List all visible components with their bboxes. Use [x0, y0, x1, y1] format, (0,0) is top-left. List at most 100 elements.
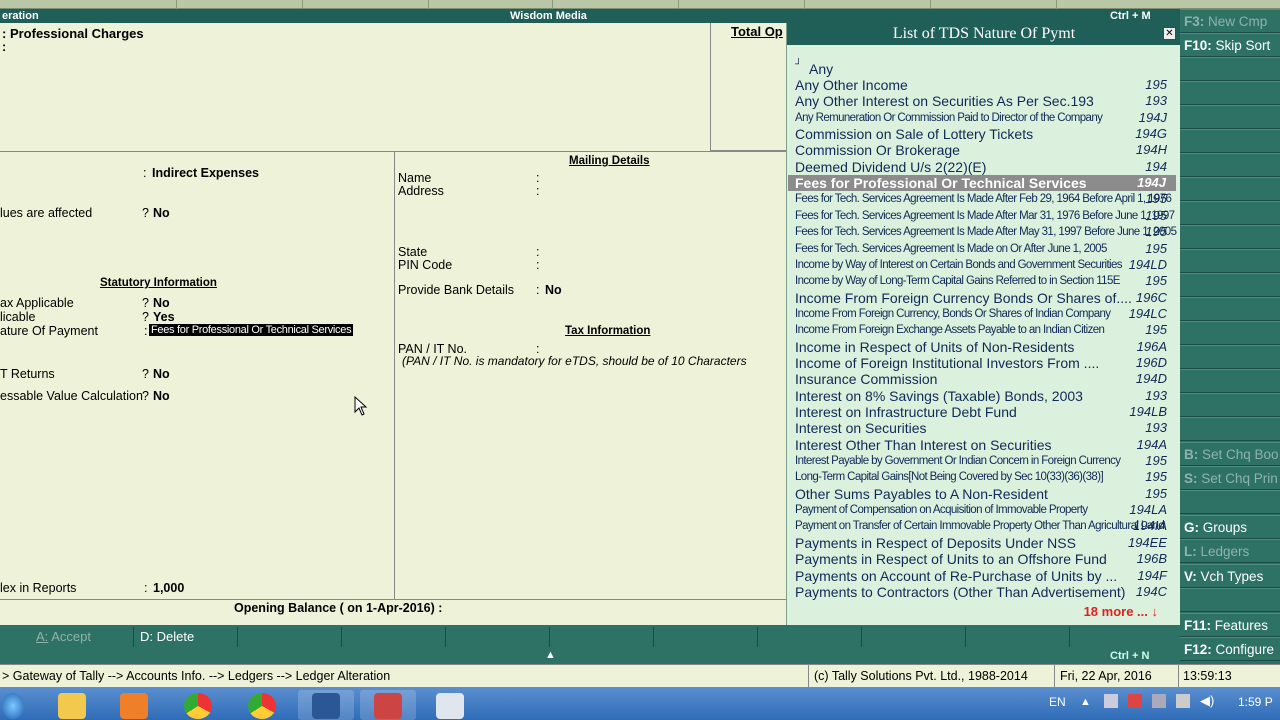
tray-chevron-icon[interactable]: ▲: [1080, 696, 1091, 708]
list-item[interactable]: Fees for Tech. Services Agreement Is Mad…: [795, 191, 1177, 207]
taskbar-window[interactable]: [422, 690, 478, 720]
side-button-new-cmp[interactable]: F3: New Cmp: [1180, 9, 1280, 33]
network-icon[interactable]: [1152, 694, 1166, 708]
assessable-value[interactable]: No: [153, 389, 170, 403]
list-item[interactable]: Fees for Tech. Services Agreement Is Mad…: [795, 224, 1177, 240]
top-menu-strip: [0, 0, 1280, 9]
list-item[interactable]: Payment on Transfer of Certain Immovable…: [795, 518, 1177, 534]
inventory-value[interactable]: No: [153, 206, 170, 220]
side-button-ledgers[interactable]: L: Ledgers: [1180, 539, 1280, 563]
list-item[interactable]: Income From Foreign Exchange Assets Paya…: [795, 322, 1177, 338]
list-item-section: 194F: [1137, 567, 1167, 583]
taskbar-media[interactable]: [106, 690, 162, 720]
tray-flag-icon[interactable]: [1128, 694, 1142, 708]
list-item[interactable]: Interest Other Than Interest on Securiti…: [795, 437, 1177, 453]
list-item[interactable]: Interest on 8% Savings (Taxable) Bonds, …: [795, 388, 1177, 404]
nature-of-payment-input[interactable]: Fees for Professional Or Technical Servi…: [149, 324, 354, 336]
list-item-name: Any Other Interest on Securities As Per …: [795, 93, 1094, 110]
list-item[interactable]: Commission Or Brokerage 194H: [795, 142, 1177, 158]
name-label: Name: [398, 171, 432, 185]
list-item[interactable]: Income by Way of Interest on Certain Bon…: [795, 257, 1177, 273]
taskbar-word[interactable]: [298, 690, 354, 720]
ledger-name-field[interactable]: : Professional Charges: [2, 26, 144, 41]
list-item[interactable]: Income From Foreign Currency Bonds Or Sh…: [795, 290, 1177, 306]
list-item[interactable]: Any Other Income 195: [795, 77, 1177, 93]
address-field[interactable]: :: [536, 184, 539, 198]
list-item[interactable]: Income of Foreign Institutional Investor…: [795, 355, 1177, 371]
returns-value[interactable]: No: [153, 367, 170, 381]
side-button-configure[interactable]: F12: Configure: [1180, 637, 1280, 661]
taskbar-chrome-1[interactable]: [170, 690, 226, 720]
list-item[interactable]: Fees for Tech. Services Agreement Is Mad…: [795, 241, 1177, 257]
list-item-name: Deemed Dividend U/s 2(22)(E): [795, 158, 987, 175]
list-item[interactable]: Commission on Sale of Lottery Tickets 194…: [795, 126, 1177, 142]
taskbar-chrome-2[interactable]: [234, 690, 290, 720]
list-item[interactable]: Payments in Respect of Deposits Under NS…: [795, 535, 1177, 551]
list-item[interactable]: Income From Foreign Currency, Bonds Or S…: [795, 306, 1177, 322]
pin-field[interactable]: :: [536, 258, 539, 272]
side-button-skip-sort[interactable]: F10: Skip Sort: [1180, 33, 1280, 57]
list-item[interactable]: Insurance Commission 194D: [795, 371, 1177, 387]
list-item-name: Income From Foreign Currency, Bonds Or S…: [795, 307, 1111, 320]
list-item-name: Any Remuneration Or Commission Paid to D…: [795, 111, 1103, 124]
side-button-empty: [1180, 588, 1280, 612]
list-item[interactable]: Fees for Tech. Services Agreement Is Mad…: [795, 208, 1177, 224]
index-value[interactable]: 1,000: [153, 581, 184, 595]
list-item[interactable]: Deemed Dividend U/s 2(22)(E) 194: [795, 159, 1177, 175]
more-items-link[interactable]: 18 more ... ↓: [1084, 604, 1158, 619]
list-item-any[interactable]: ┘ Any: [795, 59, 1177, 77]
start-button[interactable]: [0, 690, 28, 720]
list-item[interactable]: Fees for Professional Or Technical Servi…: [788, 175, 1176, 192]
name-field[interactable]: :: [536, 171, 539, 185]
side-button-groups[interactable]: G: Groups: [1180, 515, 1280, 539]
group-under-value[interactable]: Indirect Expenses: [152, 166, 259, 180]
list-item[interactable]: Payments on Account of Re-Purchase of Un…: [795, 568, 1177, 584]
taskbar-clock[interactable]: 1:59 P: [1238, 695, 1273, 709]
chrome-icon: [248, 693, 276, 719]
list-item-name: Fees for Tech. Services Agreement Is Mad…: [795, 242, 1107, 255]
bank-details-value[interactable]: No: [545, 283, 562, 297]
list-item[interactable]: Payments in Respect of Units to an Offsh…: [795, 551, 1177, 567]
accept-button[interactable]: A: Accept: [0, 627, 134, 647]
taskbar-tally[interactable]: [360, 690, 416, 720]
nature-of-payment-label: ature Of Payment: [0, 324, 98, 338]
windows-taskbar: EN ▲ ◀) 1:59 P: [0, 688, 1280, 720]
tally-icon: [374, 693, 402, 719]
state-field[interactable]: :: [536, 245, 539, 259]
pan-note: (PAN / IT No. is mandatory for eTDS, sho…: [402, 354, 747, 368]
side-button-set-chq-prin[interactable]: S: Set Chq Prin: [1180, 466, 1280, 490]
list-item[interactable]: Any Other Interest on Securities As Per …: [795, 93, 1177, 109]
list-item[interactable]: Income by Way of Long-Term Capital Gains…: [795, 273, 1177, 289]
list-item[interactable]: Interest on Securities 193: [795, 420, 1177, 436]
tds-applicable-value[interactable]: Yes: [153, 310, 175, 324]
side-button-empty: [1180, 273, 1280, 297]
list-item-section: 195: [1145, 207, 1167, 223]
side-button-empty: [1180, 129, 1280, 153]
tax-info-heading: Tax Information: [565, 325, 651, 337]
language-indicator[interactable]: EN: [1049, 695, 1066, 709]
list-item[interactable]: Payments to Contractors (Other Than Adve…: [795, 584, 1177, 600]
close-icon[interactable]: ✕: [1163, 27, 1176, 40]
list-item[interactable]: Interest on Infrastructure Debt Fund 194L…: [795, 404, 1177, 420]
side-button-features[interactable]: F11: Features: [1180, 613, 1280, 637]
list-item[interactable]: Long-Term Capital Gains[Not Being Covere…: [795, 469, 1177, 485]
delete-button[interactable]: D: Delete: [134, 627, 238, 647]
volume-icon[interactable]: ◀): [1200, 693, 1214, 709]
list-item-section: 194LA: [1129, 502, 1167, 518]
taskbar-explorer[interactable]: [44, 690, 100, 720]
list-item-name: Interest Other Than Interest on Securiti…: [795, 436, 1052, 453]
right-button-panel: F3: New Cmp F10: Skip Sort B: Set Chq Boo S…: [1180, 9, 1280, 664]
list-item[interactable]: Other Sums Payables to A Non-Resident 195: [795, 486, 1177, 502]
chevron-up-icon[interactable]: ▲: [545, 649, 556, 661]
battery-icon[interactable]: [1176, 694, 1190, 708]
opening-balance-label[interactable]: Opening Balance ( on 1-Apr-2016) :: [234, 601, 442, 615]
list-item[interactable]: Payment of Compensation on Acquisition o…: [795, 502, 1177, 518]
list-item[interactable]: Any Remuneration Or Commission Paid to D…: [795, 110, 1177, 126]
side-button-set-chq-boo[interactable]: B: Set Chq Boo: [1180, 442, 1280, 466]
list-item[interactable]: Income in Respect of Units of Non-Reside…: [795, 339, 1177, 355]
side-button-vch-types[interactable]: V: Vch Types: [1180, 564, 1280, 588]
tray-app-icon[interactable]: [1104, 694, 1118, 708]
list-item-section: 194IA: [1133, 518, 1167, 534]
tax-applicable-value[interactable]: No: [153, 296, 170, 310]
list-item[interactable]: Interest Payable by Government Or Indian…: [795, 453, 1177, 469]
